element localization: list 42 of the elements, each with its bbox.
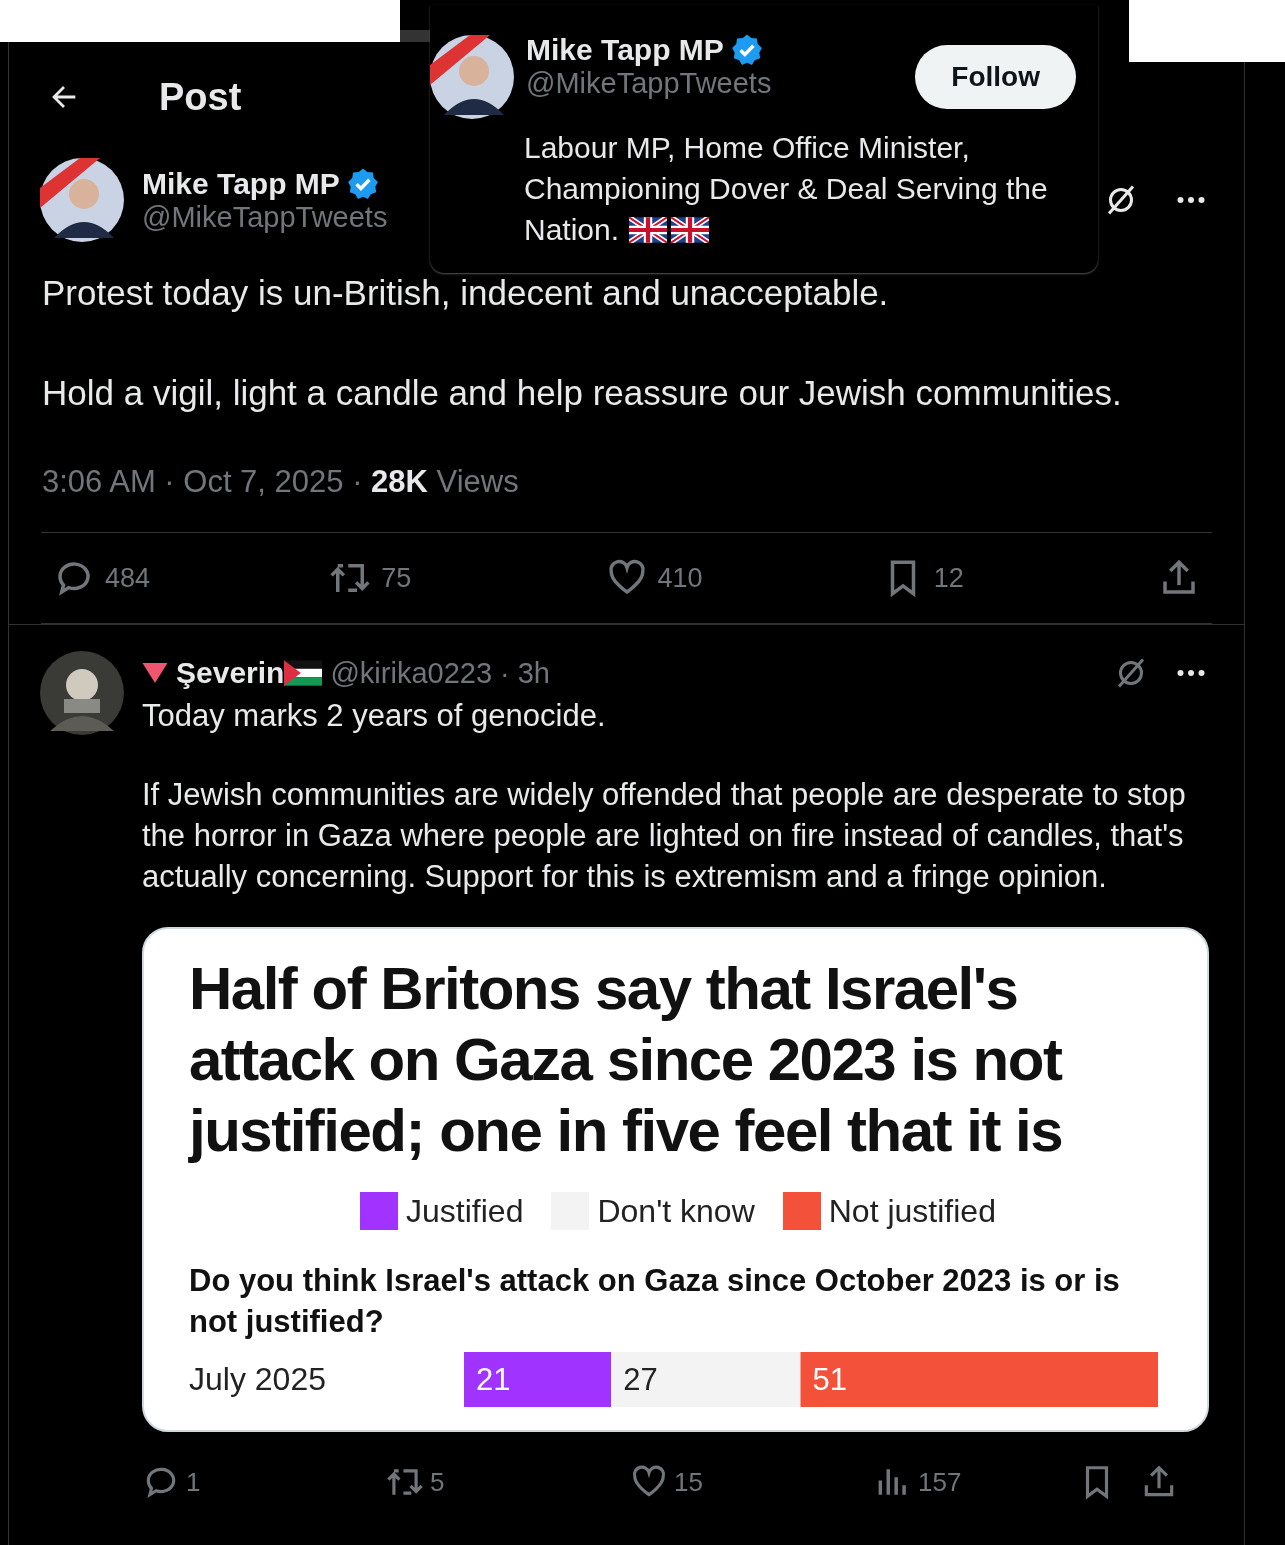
- author-name[interactable]: Mike Tapp MP: [142, 166, 340, 201]
- page-title: Post: [159, 75, 242, 119]
- value-label: 51: [812, 1362, 847, 1397]
- post-text: Hold a vigil, light a candle and help reassure our Jewish communities.: [42, 372, 1123, 414]
- action-count: 12: [933, 562, 964, 594]
- action-count: 484: [105, 562, 151, 594]
- follow-button[interactable]: Follow: [915, 45, 1076, 109]
- post-meta: 3:06 AM · Oct 7, 2025 · 28K Views: [41, 464, 520, 500]
- flag-icon: [629, 216, 668, 243]
- reply-text: Today marks 2 years of genocide.: [142, 697, 607, 735]
- author-name[interactable]: Şeverin: [176, 656, 285, 690]
- triangle-icon: [142, 663, 168, 683]
- action-count: 410: [657, 562, 703, 594]
- avatar-icon[interactable]: [430, 35, 514, 119]
- profile-bio-line: Nation.: [524, 212, 620, 248]
- legend-label: Not justified: [828, 1192, 996, 1230]
- card-headline: Half of Britons say that Israel's attack on Gaza since 2023 is not justified; one in five feel that it is: [189, 954, 1064, 1166]
- post-time[interactable]: · 3h: [500, 656, 550, 690]
- action-count: 157: [918, 1466, 962, 1498]
- legend-label: Justified: [406, 1192, 524, 1230]
- author-name[interactable]: Mike Tapp MP: [526, 33, 724, 67]
- survey-question: Do you think Israel's attack on Gaza since October 2023 is or is not justified?: [189, 1262, 1121, 1341]
- legend-label: Don't know: [597, 1192, 755, 1230]
- flag-icon: [284, 660, 323, 686]
- reply-text: If Jewish communities are widely offended that people are desperate to stop the horror in Gaza where people are lighted on fire instead of candles, that's actually concerning. Support for this is extremism and a fringe opinion.: [142, 776, 1187, 896]
- avatar-icon[interactable]: [40, 158, 124, 242]
- author-handle[interactable]: @MikeTappTweets: [142, 200, 388, 234]
- category-label: July 2025: [189, 1361, 327, 1398]
- action-count: 75: [381, 562, 412, 594]
- value-label: 21: [476, 1362, 511, 1397]
- value-label: 27: [623, 1362, 658, 1397]
- post-text: Protest today is un-British, indecent and unacceptable.: [42, 272, 890, 314]
- action-count: 1: [186, 1466, 201, 1498]
- poll-image-card[interactable]: [142, 927, 1209, 1432]
- avatar-icon[interactable]: [40, 651, 124, 735]
- action-count: 15: [674, 1466, 703, 1498]
- profile-bio-line: Labour MP, Home Office Minister,: [524, 130, 970, 166]
- action-count: 5: [430, 1466, 445, 1498]
- flag-icon: [671, 216, 710, 243]
- author-handle[interactable]: @MikeTappTweets: [526, 67, 772, 100]
- author-handle[interactable]: @kirika0223: [330, 656, 493, 690]
- profile-bio-line: Championing Dover & Deal Serving the: [524, 171, 1048, 207]
